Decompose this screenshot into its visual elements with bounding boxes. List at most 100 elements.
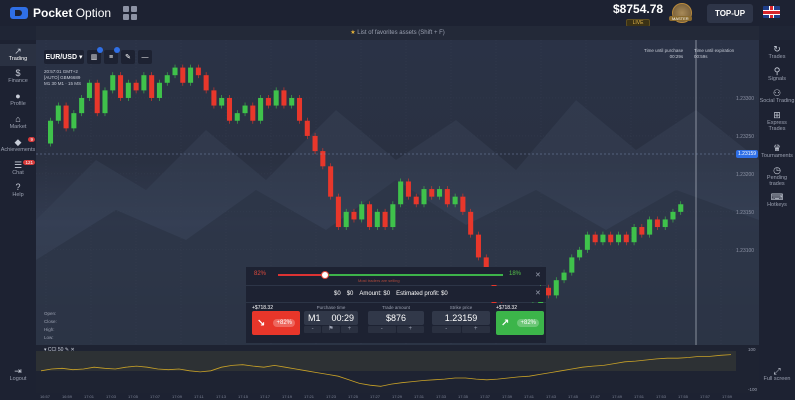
sidebar-item-finance[interactable]: $ Finance — [0, 68, 36, 84]
cart-icon: ⌂ — [15, 114, 21, 124]
candle-down — [328, 166, 334, 197]
topup-button[interactable]: TOP-UP — [707, 4, 753, 23]
chart-type-button[interactable]: ▥ — [87, 47, 103, 64]
candle-down — [133, 82, 139, 91]
time-tick-label: 17:51 — [634, 394, 645, 399]
candle-up — [242, 105, 248, 114]
candle-down — [203, 75, 209, 91]
top-bar: Pocket Option $8754.78 LIVE MASTER TOP-U… — [0, 0, 795, 27]
chart-toolbar: EUR/USD ▾ ▥ ≡ ✎ — — [44, 47, 152, 64]
language-flag-icon[interactable] — [763, 6, 780, 18]
candle-up — [670, 211, 676, 220]
time-tick-label: 17:37 — [480, 394, 491, 399]
sidebar-item-pending-trades[interactable]: ◷ Pending trades — [759, 165, 795, 187]
candle-down — [149, 75, 155, 98]
amount-plus-button[interactable]: + — [396, 326, 424, 333]
time-minus-button[interactable]: - — [304, 326, 322, 333]
strike-price-field[interactable]: 1.23159 — [432, 311, 490, 325]
time-tick-label: 17:29 — [392, 394, 403, 399]
left-sidebar: ↗ Trading $ Finance ● Profile ⌂ Market ◆ Achi… — [0, 40, 36, 400]
close-icon[interactable]: ✕ — [535, 272, 543, 280]
time-tick-label: 17:39 — [502, 394, 513, 399]
sidebar-item-express-trades[interactable]: ⊞ Express Trades — [759, 110, 795, 132]
sidebar-item-trades[interactable]: ↻ Trades — [759, 44, 795, 60]
candle-up — [188, 67, 194, 83]
indicators-button[interactable]: ≡ — [104, 47, 120, 64]
time-tick-label: 17:19 — [282, 394, 293, 399]
dollar-icon: $ — [15, 68, 21, 78]
indicator-scale-top: 100 — [748, 347, 756, 352]
sidebar-item-full-screen[interactable]: ⤢ Full screen — [759, 366, 795, 382]
sidebar-item-achievements[interactable]: ◆ Achievements 9 — [0, 137, 36, 153]
candle-up — [569, 257, 575, 273]
candle-up — [374, 211, 380, 228]
balance[interactable]: $8754.78 LIVE — [613, 2, 663, 27]
time-tick-label: 17:05 — [128, 394, 139, 399]
time-plus-button[interactable]: + — [340, 326, 358, 333]
flag-icon[interactable]: ⚑ — [322, 326, 340, 333]
strike-minus-button[interactable]: - — [432, 326, 461, 333]
sidebar-item-tournaments[interactable]: ♛ Tournaments — [759, 143, 795, 159]
pencil-icon: ✎ — [125, 54, 131, 61]
apps-grid-icon[interactable] — [123, 6, 138, 20]
sidebar-item-chat[interactable]: ☰ Chat 121 — [0, 160, 36, 176]
candle-up — [234, 113, 240, 121]
chart-icon: ↗ — [14, 46, 22, 56]
indicator-scale-bottom: -100 — [748, 387, 758, 392]
candle-up — [615, 234, 622, 243]
history-icon: ↻ — [773, 44, 781, 54]
drawing-button[interactable]: ✎ — [121, 50, 135, 64]
time-tick-label: 17:13 — [216, 394, 227, 399]
amount-minus-button[interactable]: - — [368, 326, 396, 333]
favorites-text: List of favorites assets (Shift + F) — [355, 30, 445, 36]
candle-down — [335, 196, 341, 228]
arrow-down-icon: ↘ — [257, 317, 266, 329]
sidebar-item-signals[interactable]: ⚲ Signals — [759, 66, 795, 82]
candle-up — [71, 113, 77, 129]
candle-down — [118, 75, 124, 98]
candle-down — [545, 287, 552, 296]
sidebar-item-social-trading[interactable]: ⚇ Social Trading — [759, 88, 795, 104]
sidebar-item-help[interactable]: ? Help — [0, 182, 36, 198]
price-tick-label: 1.23100 — [736, 248, 754, 254]
candle-down — [429, 189, 435, 197]
candle-down — [367, 204, 373, 228]
time-tick-label: 17:53 — [656, 394, 667, 399]
indicators-icon: ≡ — [108, 53, 114, 61]
candle-down — [654, 219, 660, 228]
candle-down — [468, 211, 474, 235]
sidebar-item-trading[interactable]: ↗ Trading — [0, 44, 36, 66]
indicator-panel[interactable]: ▾ CCI 50 ✎ ✕ 100 -100 — [36, 345, 759, 393]
time-tick-label: 17:03 — [106, 394, 117, 399]
close-icon[interactable]: ✕ — [535, 289, 541, 297]
fullscreen-icon: ⤢ — [773, 366, 781, 376]
sentiment-bar — [278, 274, 503, 276]
time-tick-label: 17:35 — [458, 394, 469, 399]
sidebar-item-hotkeys[interactable]: ⌨ Hotkeys — [759, 192, 795, 208]
candle-down — [94, 82, 100, 114]
candle-up — [219, 97, 225, 106]
sidebar-item-market[interactable]: ⌂ Market — [0, 114, 36, 130]
purchase-time: Purchase time M1 00:29 - ⚑ + — [304, 305, 358, 333]
buy-button[interactable]: ↗ +82% — [496, 311, 544, 335]
candle-up — [79, 97, 85, 114]
candle-up — [452, 196, 458, 205]
current-price-tag: 1.23159 — [736, 150, 759, 158]
favorites-bar[interactable]: ★ List of favorites assets (Shift + F) — [36, 26, 759, 40]
purchase-time-field[interactable]: M1 00:29 — [304, 311, 358, 325]
sidebar-item-logout[interactable]: ⇥ Logout — [0, 366, 36, 382]
sidebar-item-profile[interactable]: ● Profile — [0, 91, 36, 107]
more-button[interactable]: — — [138, 50, 152, 64]
candle-up — [561, 272, 567, 281]
logo[interactable]: Pocket Option — [10, 6, 111, 20]
asset-selector[interactable]: EUR/USD ▾ — [44, 50, 84, 64]
candle-up — [110, 75, 116, 91]
trade-amount-field[interactable]: $876 — [368, 311, 424, 325]
profit-summary: $0 $0 Amount: $0 Estimated profit: $0 ✕ — [246, 286, 546, 302]
sell-button[interactable]: ↘ +82% — [252, 311, 300, 335]
purchase-timer: Time until purchase 00:29s — [644, 48, 684, 59]
time-tick-label: 17:33 — [436, 394, 447, 399]
time-tick-label: 17:17 — [260, 394, 271, 399]
strike-plus-button[interactable]: + — [461, 326, 490, 333]
candle-down — [592, 234, 598, 243]
